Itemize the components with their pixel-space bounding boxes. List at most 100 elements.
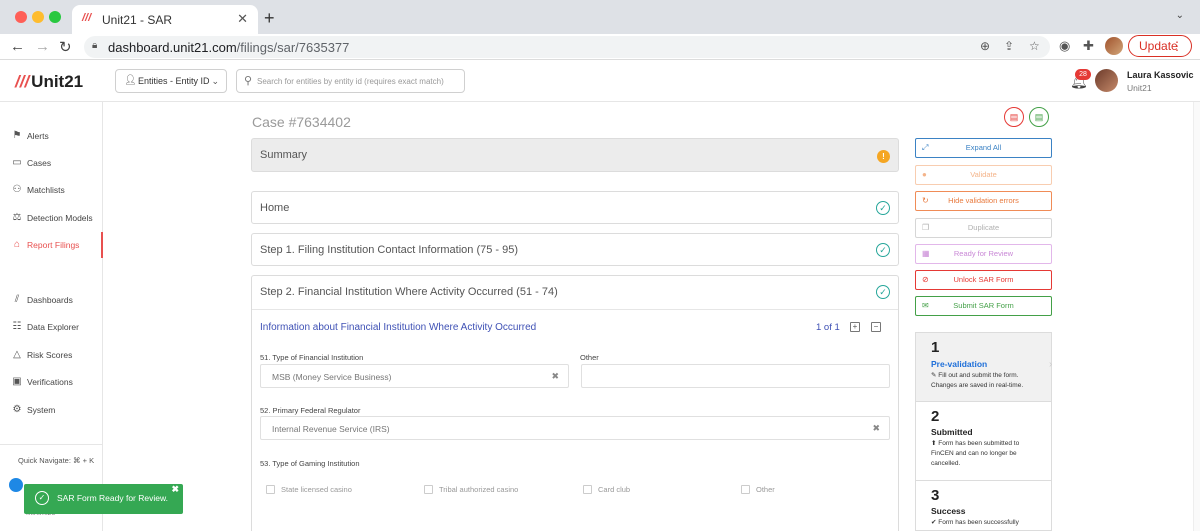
user-icon: 👤︎: [124, 75, 137, 86]
entity-search[interactable]: ⚲: [236, 69, 465, 93]
id-card-icon: ▣: [12, 376, 22, 387]
sidebar-item-matchlists[interactable]: ⚇ Matchlists: [0, 177, 103, 203]
browser-address-bar: ← → ↻ 🔒︎ dashboard.unit21.com/filings/sa…: [0, 34, 1200, 60]
browser-tab[interactable]: /// Unit21 - SAR ✕: [72, 5, 258, 34]
stage-pointer-icon: ›: [1049, 359, 1053, 370]
new-tab-icon[interactable]: +: [264, 8, 275, 29]
help-chat-icon[interactable]: [9, 478, 23, 492]
page-scrollbar[interactable]: [1193, 102, 1200, 531]
browser-profile-avatar[interactable]: [1105, 37, 1123, 55]
sidebar: ⚑ Alerts ▭ Cases ⚇ Matchlists ⚖ Detection Mo…: [0, 102, 103, 531]
section-home[interactable]: Home ✓: [251, 191, 899, 224]
briefcase-icon: ▭: [12, 157, 22, 168]
maximize-window-button[interactable]: [49, 11, 61, 23]
sidebar-item-report-filings[interactable]: ⌂ Report Filings: [0, 232, 103, 258]
copy-icon: ❐: [922, 223, 930, 232]
user-plus-icon: ⚇: [12, 184, 22, 195]
unit21-favicon-icon: ///: [82, 12, 92, 24]
user-name[interactable]: Laura Kassovic: [1127, 70, 1194, 80]
financial-institution-type-select[interactable]: MSB (Money Service Business) ✖: [260, 364, 569, 388]
refresh-icon: ↻: [922, 196, 929, 205]
share-icon[interactable]: ⇪: [1004, 39, 1014, 53]
section-title: Step 1. Filing Institution Contact Infor…: [260, 244, 519, 256]
sidebar-item-alerts[interactable]: ⚑ Alerts: [0, 123, 103, 149]
duplicate-button[interactable]: ❐ Duplicate: [915, 218, 1052, 238]
calendar-icon: ▦: [922, 249, 930, 258]
sidebar-item-verifications[interactable]: ▣ Verifications: [0, 369, 103, 395]
search-icon: ⚲: [244, 75, 253, 87]
sidebar-item-cases[interactable]: ▭ Cases: [0, 150, 103, 176]
check-circle-icon: ✓: [35, 491, 49, 505]
check-icon: ✔: [931, 519, 937, 526]
chevron-down-icon: ⌄: [211, 76, 219, 86]
pager-text: 1 of 1: [816, 322, 840, 333]
add-item-icon[interactable]: +: [850, 322, 860, 332]
forward-icon[interactable]: →: [35, 38, 50, 55]
bookmark-star-icon[interactable]: ☆: [1029, 39, 1040, 53]
other-institution-input[interactable]: [581, 364, 890, 388]
puzzle-icon[interactable]: ✚: [1083, 38, 1094, 54]
flag-icon: ⚑: [12, 130, 22, 141]
section-step2[interactable]: Step 2. Financial Institution Where Acti…: [251, 275, 899, 531]
back-icon[interactable]: ←: [10, 38, 25, 55]
ban-icon: ⊘: [922, 275, 929, 284]
user-avatar[interactable]: [1095, 69, 1118, 92]
sidebar-item-system[interactable]: ⚙ System: [0, 397, 103, 423]
browser-tab-bar: /// Unit21 - SAR ✕ + ⌄: [0, 0, 1200, 34]
close-window-button[interactable]: [15, 11, 27, 23]
clear-icon: ✖: [872, 423, 880, 433]
toast-message: SAR Form Ready for Review.: [57, 493, 169, 503]
hide-validation-errors-button[interactable]: ↻ Hide validation errors: [915, 191, 1052, 211]
sidebar-item-data-explorer[interactable]: ☷ Data Explorer: [0, 314, 103, 340]
scale-icon: ⚖: [12, 212, 22, 223]
primary-regulator-select[interactable]: Internal Revenue Service (IRS) ✖: [260, 416, 890, 440]
tab-menu-chevron-icon[interactable]: ⌄: [1176, 10, 1184, 21]
bank-icon: ⌂: [13, 239, 21, 250]
sidebar-item-dashboards[interactable]: ⫽ Dashboards: [0, 287, 103, 313]
sidebar-item-detection-models[interactable]: ⚖ Detection Models: [0, 205, 103, 231]
toast-notification: ✓ SAR Form Ready for Review. ✖: [24, 484, 183, 514]
download-sheet-icon[interactable]: ▤: [1029, 107, 1049, 127]
zoom-icon[interactable]: ⊕: [980, 39, 990, 53]
download-pdf-icon[interactable]: ▤: [1004, 107, 1024, 127]
extension-icon[interactable]: ◉: [1059, 38, 1070, 54]
stage-submitted: 2 Submitted ⬆ Form has been submitted to…: [931, 408, 1020, 467]
validate-button[interactable]: ● Validate: [915, 165, 1052, 185]
url-field[interactable]: 🔒︎ dashboard.unit21.com/filings/sar/7635…: [84, 36, 1050, 58]
user-org: Unit21: [1127, 83, 1152, 93]
field-label: 52. Primary Federal Regulator: [260, 406, 361, 415]
entity-type-select[interactable]: 👤︎ Entities - Entity ID ⌄: [115, 69, 227, 93]
reload-icon[interactable]: ↻: [59, 38, 72, 56]
expand-icon: ⤢: [922, 143, 929, 152]
stage-pre-validation: 1 Pre-validation ✎ Fill out and submit t…: [916, 333, 1051, 401]
minimize-window-button[interactable]: [32, 11, 44, 23]
data-search-icon: ☷: [12, 321, 22, 332]
sidebar-divider: [0, 444, 103, 445]
tab-title: Unit21 - SAR: [102, 13, 173, 27]
section-title: Summary: [260, 149, 308, 161]
url-text: dashboard.unit21.com/filings/sar/7635377: [108, 40, 350, 55]
submit-sar-form-button[interactable]: ✉ Submit SAR Form: [915, 296, 1052, 316]
expand-all-button[interactable]: ⤢ Expand All: [915, 138, 1052, 158]
ready-for-review-button[interactable]: ▦ Ready for Review: [915, 244, 1052, 264]
unit21-logo[interactable]: ///Unit21: [15, 72, 83, 92]
envelope-icon: ✉: [922, 301, 929, 310]
field-label: 53. Type of Gaming Institution: [260, 459, 360, 468]
more-icon: ⋮: [1171, 39, 1183, 53]
section-step1[interactable]: Step 1. Filing Institution Contact Infor…: [251, 233, 899, 266]
quick-navigate-hint[interactable]: Quick Navigate: ⌘ + K: [18, 456, 94, 465]
unlock-sar-form-button[interactable]: ⊘ Unlock SAR Form: [915, 270, 1052, 290]
section-title: Home: [260, 202, 290, 214]
sidebar-item-risk-scores[interactable]: △ Risk Scores: [0, 342, 103, 368]
logo-mark-icon: ///: [15, 72, 30, 91]
subsection-title: Information about Financial Institution …: [260, 322, 537, 333]
close-tab-icon[interactable]: ✕: [237, 11, 248, 27]
close-icon[interactable]: ✖: [171, 484, 179, 495]
update-button[interactable]: Update ⋮: [1128, 35, 1192, 57]
warning-icon: △: [13, 349, 21, 360]
notification-count-badge: 28: [1075, 69, 1091, 80]
stage-success: 3 Success ✔ Form has been successfully: [931, 487, 1019, 526]
section-summary[interactable]: Summary !: [251, 138, 899, 172]
remove-item-icon[interactable]: −: [871, 322, 881, 332]
entity-search-input[interactable]: [257, 73, 462, 89]
